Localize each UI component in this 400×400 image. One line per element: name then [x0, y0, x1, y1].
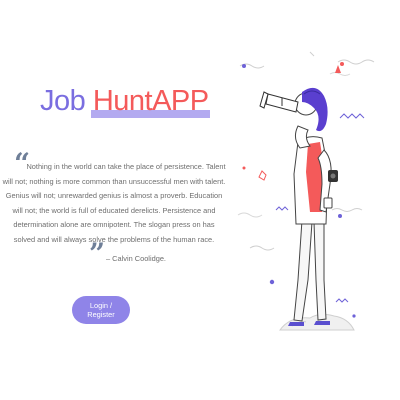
logo-job-text: Job — [40, 85, 86, 117]
landing-page: Job HuntAPP “ Nothing in the world can t… — [0, 0, 400, 400]
quote-author: – Calvin Coolidge. — [106, 254, 166, 263]
hero-left-panel: Job HuntAPP “ Nothing in the world can t… — [0, 0, 226, 400]
logo-hunt-wrap: HuntAPP — [90, 84, 210, 118]
quote-text: Nothing in the world can take the place … — [2, 162, 226, 244]
app-logo-title: Job HuntAPP — [40, 84, 210, 118]
close-quote-icon: ” — [89, 237, 106, 270]
logo-huntapp-text: HuntAPP — [92, 85, 209, 117]
hero-illustration-svg — [237, 51, 375, 331]
woman-with-telescope-illustration — [220, 40, 400, 340]
login-register-button[interactable]: Login / Register — [72, 296, 130, 324]
